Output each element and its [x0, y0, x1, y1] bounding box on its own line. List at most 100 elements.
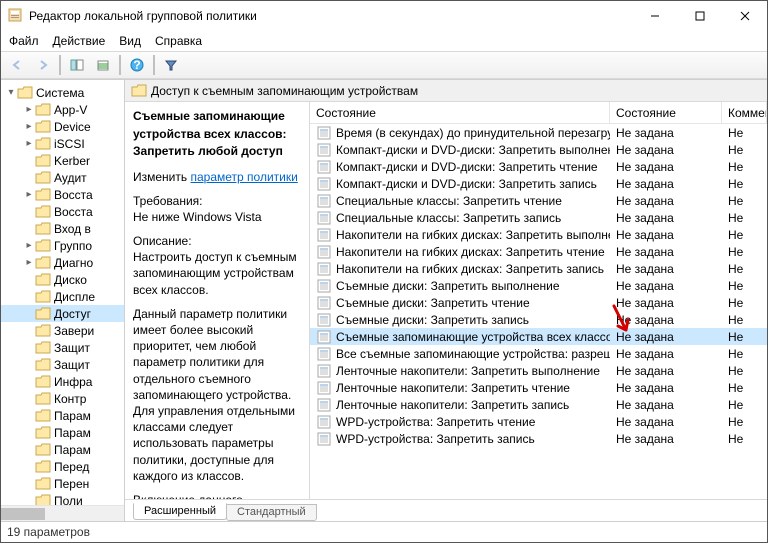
tree-item[interactable]: Защит [1, 356, 124, 373]
setting-row[interactable]: Съемные диски: Запретить выполнениеНе за… [310, 277, 767, 294]
tree-item[interactable]: Контр [1, 390, 124, 407]
tree-item[interactable]: ▸iSCSI [1, 135, 124, 152]
tree-item[interactable]: ▾ Система [1, 84, 124, 101]
tree-item[interactable]: Достуг [1, 305, 124, 322]
tree-item[interactable]: Перен [1, 475, 124, 492]
svg-text:?: ? [133, 58, 140, 72]
setting-row[interactable]: Время (в секундах) до принудительной пер… [310, 124, 767, 141]
export-list-button[interactable] [91, 54, 115, 76]
setting-row[interactable]: Компакт-диски и DVD-диски: Запретить вып… [310, 141, 767, 158]
tree-item[interactable]: ▸Группо [1, 237, 124, 254]
folder-icon [35, 307, 51, 320]
setting-row[interactable]: WPD-устройства: Запретить записьНе задан… [310, 430, 767, 447]
comment-cell: Не [722, 177, 767, 191]
comment-cell: Не [722, 194, 767, 208]
menu-help[interactable]: Справка [155, 34, 202, 48]
twisty-icon[interactable]: ▸ [23, 138, 35, 149]
tree-item[interactable]: Завери [1, 322, 124, 339]
tree-item[interactable]: Диско [1, 271, 124, 288]
setting-row[interactable]: Специальные классы: Запретить записьНе з… [310, 209, 767, 226]
setting-row[interactable]: Ленточные накопители: Запретить записьНе… [310, 396, 767, 413]
tree-hscrollbar[interactable] [1, 505, 124, 521]
folder-icon [35, 477, 51, 490]
setting-row[interactable]: Съемные диски: Запретить записьНе задана… [310, 311, 767, 328]
setting-icon [316, 125, 332, 141]
comment-cell: Не [722, 279, 767, 293]
back-button[interactable] [5, 54, 29, 76]
help-button[interactable]: ? [125, 54, 149, 76]
filter-button[interactable] [159, 54, 183, 76]
tree-item[interactable]: Kerber [1, 152, 124, 169]
twisty-icon[interactable]: ▸ [23, 257, 35, 268]
setting-row[interactable]: Компакт-диски и DVD-диски: Запретить чте… [310, 158, 767, 175]
tree-item[interactable]: Защит [1, 339, 124, 356]
tree-label: Достуг [54, 307, 91, 321]
status-text: 19 параметров [7, 525, 90, 539]
tree-item[interactable]: Вход в [1, 220, 124, 237]
menu-file[interactable]: Файл [9, 34, 39, 48]
tree-item[interactable]: Перед [1, 458, 124, 475]
setting-row[interactable]: Все съемные запоминающие устройства: раз… [310, 345, 767, 362]
tree-item[interactable]: ▸Диагно [1, 254, 124, 271]
tree-label: Диспле [54, 290, 95, 304]
setting-icon [316, 210, 332, 226]
setting-row[interactable]: WPD-устройства: Запретить чтениеНе задан… [310, 413, 767, 430]
col-comment[interactable]: Коммен [722, 102, 767, 123]
setting-icon [316, 193, 332, 209]
menu-view[interactable]: Вид [119, 34, 141, 48]
setting-row[interactable]: Компакт-диски и DVD-диски: Запретить зап… [310, 175, 767, 192]
tree-item[interactable]: Поли [1, 492, 124, 505]
state-cell: Не задана [610, 398, 722, 412]
settings-list[interactable]: Состояние Состояние Коммен Время (в секу… [310, 102, 767, 499]
folder-icon [35, 409, 51, 422]
window-title: Редактор локальной групповой политики [29, 9, 632, 23]
twisty-icon[interactable]: ▾ [5, 87, 17, 98]
tree-label: Перед [54, 460, 89, 474]
col-state[interactable]: Состояние [610, 102, 722, 123]
setting-row[interactable]: Накопители на гибких дисках: Запретить ч… [310, 243, 767, 260]
tree-pane[interactable]: ▾Система▸App-V▸Device▸iSCSIKerberАудит▸В… [1, 80, 125, 521]
tree-item[interactable]: Диспле [1, 288, 124, 305]
close-button[interactable] [722, 1, 767, 31]
setting-row[interactable]: Ленточные накопители: Запретить чтениеНе… [310, 379, 767, 396]
folder-icon [35, 392, 51, 405]
twisty-icon[interactable]: ▸ [23, 121, 35, 132]
tree-label: Перен [54, 477, 89, 491]
setting-row[interactable]: Ленточные накопители: Запретить выполнен… [310, 362, 767, 379]
twisty-icon[interactable]: ▸ [23, 189, 35, 200]
edit-policy-link[interactable]: параметр политики [190, 170, 297, 184]
tree-item[interactable]: Парам [1, 424, 124, 441]
minimize-button[interactable] [632, 1, 677, 31]
tree-item[interactable]: Парам [1, 441, 124, 458]
setting-label: Специальные классы: Запретить запись [336, 211, 561, 225]
tree-item[interactable]: ▸App-V [1, 101, 124, 118]
main-area: ▾Система▸App-V▸Device▸iSCSIKerberАудит▸В… [1, 79, 767, 521]
twisty-icon[interactable]: ▸ [23, 240, 35, 251]
setting-row[interactable]: Съемные запоминающие устройства всех кла… [310, 328, 767, 345]
tree-item[interactable]: Восста [1, 203, 124, 220]
state-cell: Не задана [610, 245, 722, 259]
setting-row[interactable]: Съемные диски: Запретить чтениеНе задана… [310, 294, 767, 311]
tab-standard[interactable]: Стандартный [226, 504, 317, 521]
col-setting[interactable]: Состояние [310, 102, 610, 123]
tree-label: Система [36, 86, 84, 100]
tree-item[interactable]: Инфра [1, 373, 124, 390]
tree-item[interactable]: Парам [1, 407, 124, 424]
tab-extended[interactable]: Расширенный [133, 503, 227, 520]
separator [153, 55, 155, 75]
twisty-icon[interactable]: ▸ [23, 104, 35, 115]
folder-icon [35, 188, 51, 201]
tree-item[interactable]: Аудит [1, 169, 124, 186]
tree-item[interactable]: ▸Device [1, 118, 124, 135]
setting-label: Накопители на гибких дисках: Запретить в… [336, 228, 610, 242]
tree-item[interactable]: ▸Восста [1, 186, 124, 203]
show-hide-tree-button[interactable] [65, 54, 89, 76]
menu-action[interactable]: Действие [53, 34, 106, 48]
setting-row[interactable]: Накопители на гибких дисках: Запретить в… [310, 226, 767, 243]
setting-row[interactable]: Специальные классы: Запретить чтениеНе з… [310, 192, 767, 209]
maximize-button[interactable] [677, 1, 722, 31]
tree-label: Парам [54, 426, 91, 440]
forward-button[interactable] [31, 54, 55, 76]
setting-row[interactable]: Накопители на гибких дисках: Запретить з… [310, 260, 767, 277]
folder-icon [35, 494, 51, 505]
